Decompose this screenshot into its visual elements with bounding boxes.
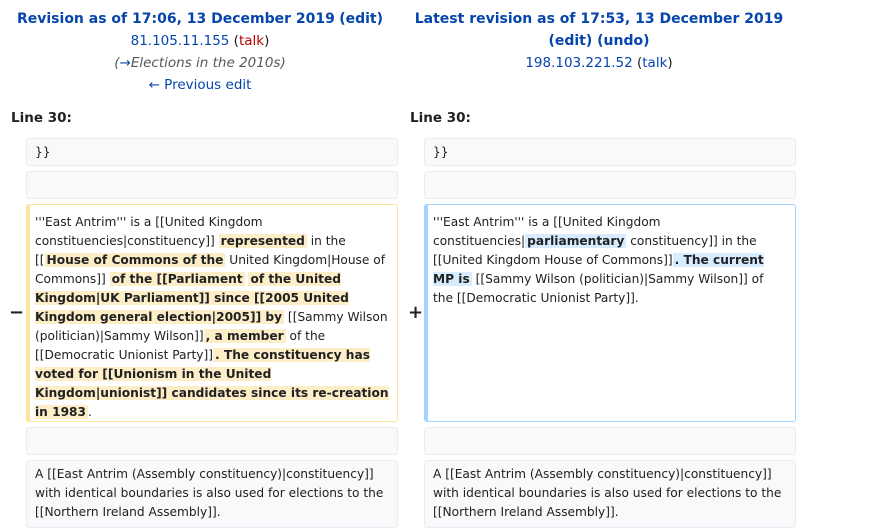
context-line-right: }} [424, 138, 796, 166]
left-edit-link[interactable]: edit [346, 11, 377, 27]
deleted-line: '''East Antrim''' is a [[United Kingdom … [26, 204, 398, 422]
context-paragraph-left: A [[East Antrim (Assembly constituency)|… [26, 460, 398, 528]
right-talk-link[interactable]: talk [642, 55, 667, 71]
left-revision-title[interactable]: Revision as of 17:06, 13 December 2019 [17, 11, 335, 27]
left-edit-comment: (→Elections in the 2010s) [114, 55, 286, 71]
right-revision-title[interactable]: Latest revision as of 17:53, 13 December… [415, 11, 783, 27]
added-line: '''East Antrim''' is a [[United Kingdom … [424, 204, 796, 422]
previous-edit-link[interactable]: ← Previous edit [149, 77, 252, 93]
right-user-link[interactable]: 198.103.221.52 [525, 55, 632, 71]
left-user-link[interactable]: 81.105.11.155 [131, 33, 230, 49]
right-line-label: Line 30: [410, 110, 471, 126]
context-empty-right-2 [424, 427, 796, 455]
context-empty-left [26, 171, 398, 199]
context-paragraph-right: A [[East Antrim (Assembly constituency)|… [424, 460, 796, 528]
section-arrow-link[interactable]: → [120, 55, 131, 71]
left-revision-header: Revision as of 17:06, 13 December 2019 (… [2, 8, 398, 96]
right-edit-link[interactable]: edit [555, 33, 586, 49]
left-line-label: Line 30: [11, 110, 72, 126]
context-empty-left-2 [26, 427, 398, 455]
right-revision-header: Latest revision as of 17:53, 13 December… [414, 11, 784, 71]
context-empty-right [424, 171, 796, 199]
addition-marker: + [408, 302, 424, 323]
left-talk-link[interactable]: talk [239, 33, 264, 49]
deletion-marker: − [9, 302, 25, 323]
context-line-left: }} [26, 138, 398, 166]
undo-link[interactable]: undo [604, 33, 644, 49]
